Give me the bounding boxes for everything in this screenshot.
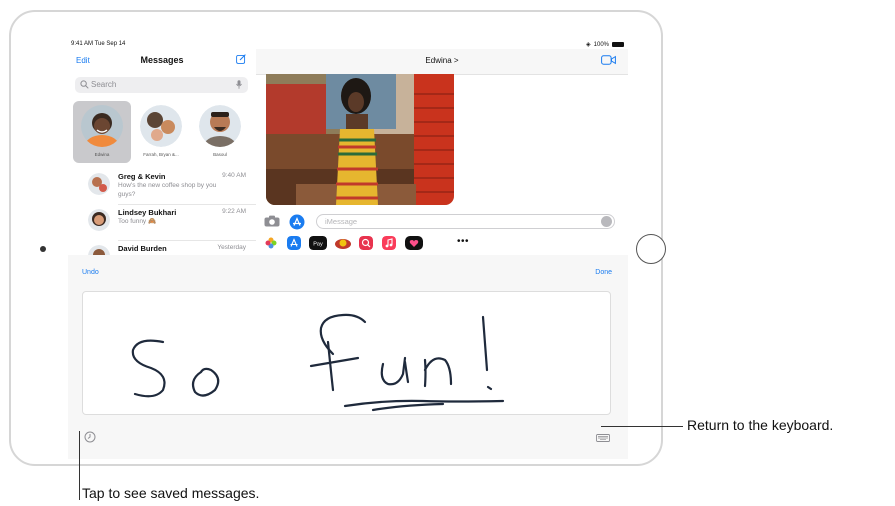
conversation-time: Yesterday bbox=[217, 244, 246, 251]
status-time: 9:41 AM Tue Sep 14 bbox=[71, 41, 126, 47]
pinned-name: Edwina bbox=[94, 152, 110, 157]
conversation-preview: Too funny 🙈 bbox=[118, 218, 157, 225]
undo-button[interactable]: Undo bbox=[82, 269, 99, 276]
audio-waveform-icon[interactable] bbox=[601, 216, 612, 227]
conversation-header: Edwina > bbox=[256, 49, 628, 75]
memoji-app-icon[interactable] bbox=[405, 236, 423, 250]
screen: 9:41 AM Tue Sep 14 ◈ 100% Edit Messages bbox=[68, 40, 628, 459]
home-button[interactable] bbox=[636, 234, 666, 264]
camera-icon[interactable] bbox=[264, 215, 280, 227]
avatar bbox=[140, 105, 182, 147]
conversation-pane: Edwina > iMessage Pay ••• bbox=[256, 49, 628, 255]
clock-icon[interactable] bbox=[84, 431, 96, 443]
list-item-lindsey-bukhari[interactable]: Lindsey Bukhari 9:22 AM Too funny 🙈 bbox=[68, 205, 256, 241]
battery-icon bbox=[612, 42, 624, 47]
photo-message[interactable] bbox=[266, 74, 454, 205]
photo-image bbox=[266, 74, 454, 205]
front-camera bbox=[40, 246, 46, 252]
handwriting-strokes bbox=[131, 313, 505, 412]
more-apps-icon[interactable]: ••• bbox=[457, 236, 469, 247]
avatar bbox=[88, 209, 110, 231]
wifi-icon: ◈ bbox=[586, 42, 591, 48]
messages-sidebar: Edit Messages Search Edwina Farrah, Brya… bbox=[68, 49, 257, 255]
app-store-icon[interactable] bbox=[289, 214, 305, 230]
imessage-placeholder: iMessage bbox=[325, 217, 358, 226]
pinned-conversation-basoul[interactable]: Basoul bbox=[191, 101, 249, 163]
video-call-icon[interactable] bbox=[601, 55, 616, 65]
list-item-david-burden[interactable]: David Burden Yesterday bbox=[68, 241, 256, 255]
search-field[interactable]: Search bbox=[75, 77, 248, 93]
svg-text:Pay: Pay bbox=[313, 242, 323, 248]
pinned-name: Farrah, Bryan &... bbox=[143, 152, 179, 157]
callout-line-keyboard bbox=[601, 426, 683, 427]
pinned-conversations: Edwina Farrah, Bryan &... Basoul bbox=[68, 101, 256, 163]
callout-keyboard: Return to the keyboard. bbox=[687, 417, 834, 433]
search-input[interactable]: Search bbox=[91, 80, 116, 89]
pinned-conversation-group[interactable]: Farrah, Bryan &... bbox=[132, 101, 190, 163]
conversation-time: 9:40 AM bbox=[222, 172, 246, 179]
avatar bbox=[88, 173, 110, 195]
conversation-name: David Burden bbox=[118, 244, 167, 253]
conversation-time: 9:22 AM bbox=[222, 208, 246, 215]
list-item-greg-kevin[interactable]: Greg & Kevin 9:40 AM How's the new coffe… bbox=[68, 169, 256, 205]
contact-name[interactable]: Edwina > bbox=[256, 56, 628, 65]
pinned-name: Basoul bbox=[213, 152, 227, 157]
compose-row: iMessage bbox=[256, 213, 628, 231]
ipad-frame: 9:41 AM Tue Sep 14 ◈ 100% Edit Messages bbox=[9, 10, 666, 466]
imessage-input[interactable]: iMessage bbox=[316, 214, 615, 229]
handwriting-panel: Undo Done bbox=[68, 255, 628, 459]
done-button[interactable]: Done bbox=[595, 269, 612, 276]
keyboard-icon[interactable] bbox=[596, 434, 610, 442]
battery-percent: 100% bbox=[593, 41, 609, 48]
search-images-app-icon[interactable] bbox=[359, 236, 373, 250]
search-icon bbox=[80, 80, 89, 89]
status-right: ◈ 100% bbox=[586, 41, 624, 48]
avatar bbox=[81, 105, 123, 147]
sidebar-header: Edit Messages bbox=[68, 53, 256, 69]
conversation-name: Lindsey Bukhari bbox=[118, 208, 177, 217]
photos-app-icon[interactable] bbox=[264, 236, 278, 250]
music-app-icon[interactable] bbox=[382, 236, 396, 250]
microphone-icon[interactable] bbox=[236, 80, 242, 89]
pinned-conversation-edwina[interactable]: Edwina bbox=[73, 101, 131, 163]
callout-saved: Tap to see saved messages. bbox=[82, 485, 260, 501]
avatar bbox=[88, 245, 110, 255]
callout-line-saved bbox=[79, 431, 80, 500]
conversation-preview: How's the new coffee shop by you guys? bbox=[118, 182, 217, 198]
sidebar-title: Messages bbox=[140, 55, 184, 65]
app-drawer: Pay ••• bbox=[256, 235, 628, 253]
handwriting-canvas[interactable] bbox=[82, 291, 611, 415]
apple-pay-icon[interactable]: Pay bbox=[309, 236, 327, 250]
conversation-name: Greg & Kevin bbox=[118, 172, 166, 181]
status-bar: 9:41 AM Tue Sep 14 ◈ 100% bbox=[68, 40, 628, 49]
compose-icon[interactable] bbox=[236, 54, 246, 64]
stickers-app-icon[interactable] bbox=[334, 236, 352, 250]
app-store-app-icon[interactable] bbox=[287, 236, 301, 250]
avatar bbox=[199, 105, 241, 147]
